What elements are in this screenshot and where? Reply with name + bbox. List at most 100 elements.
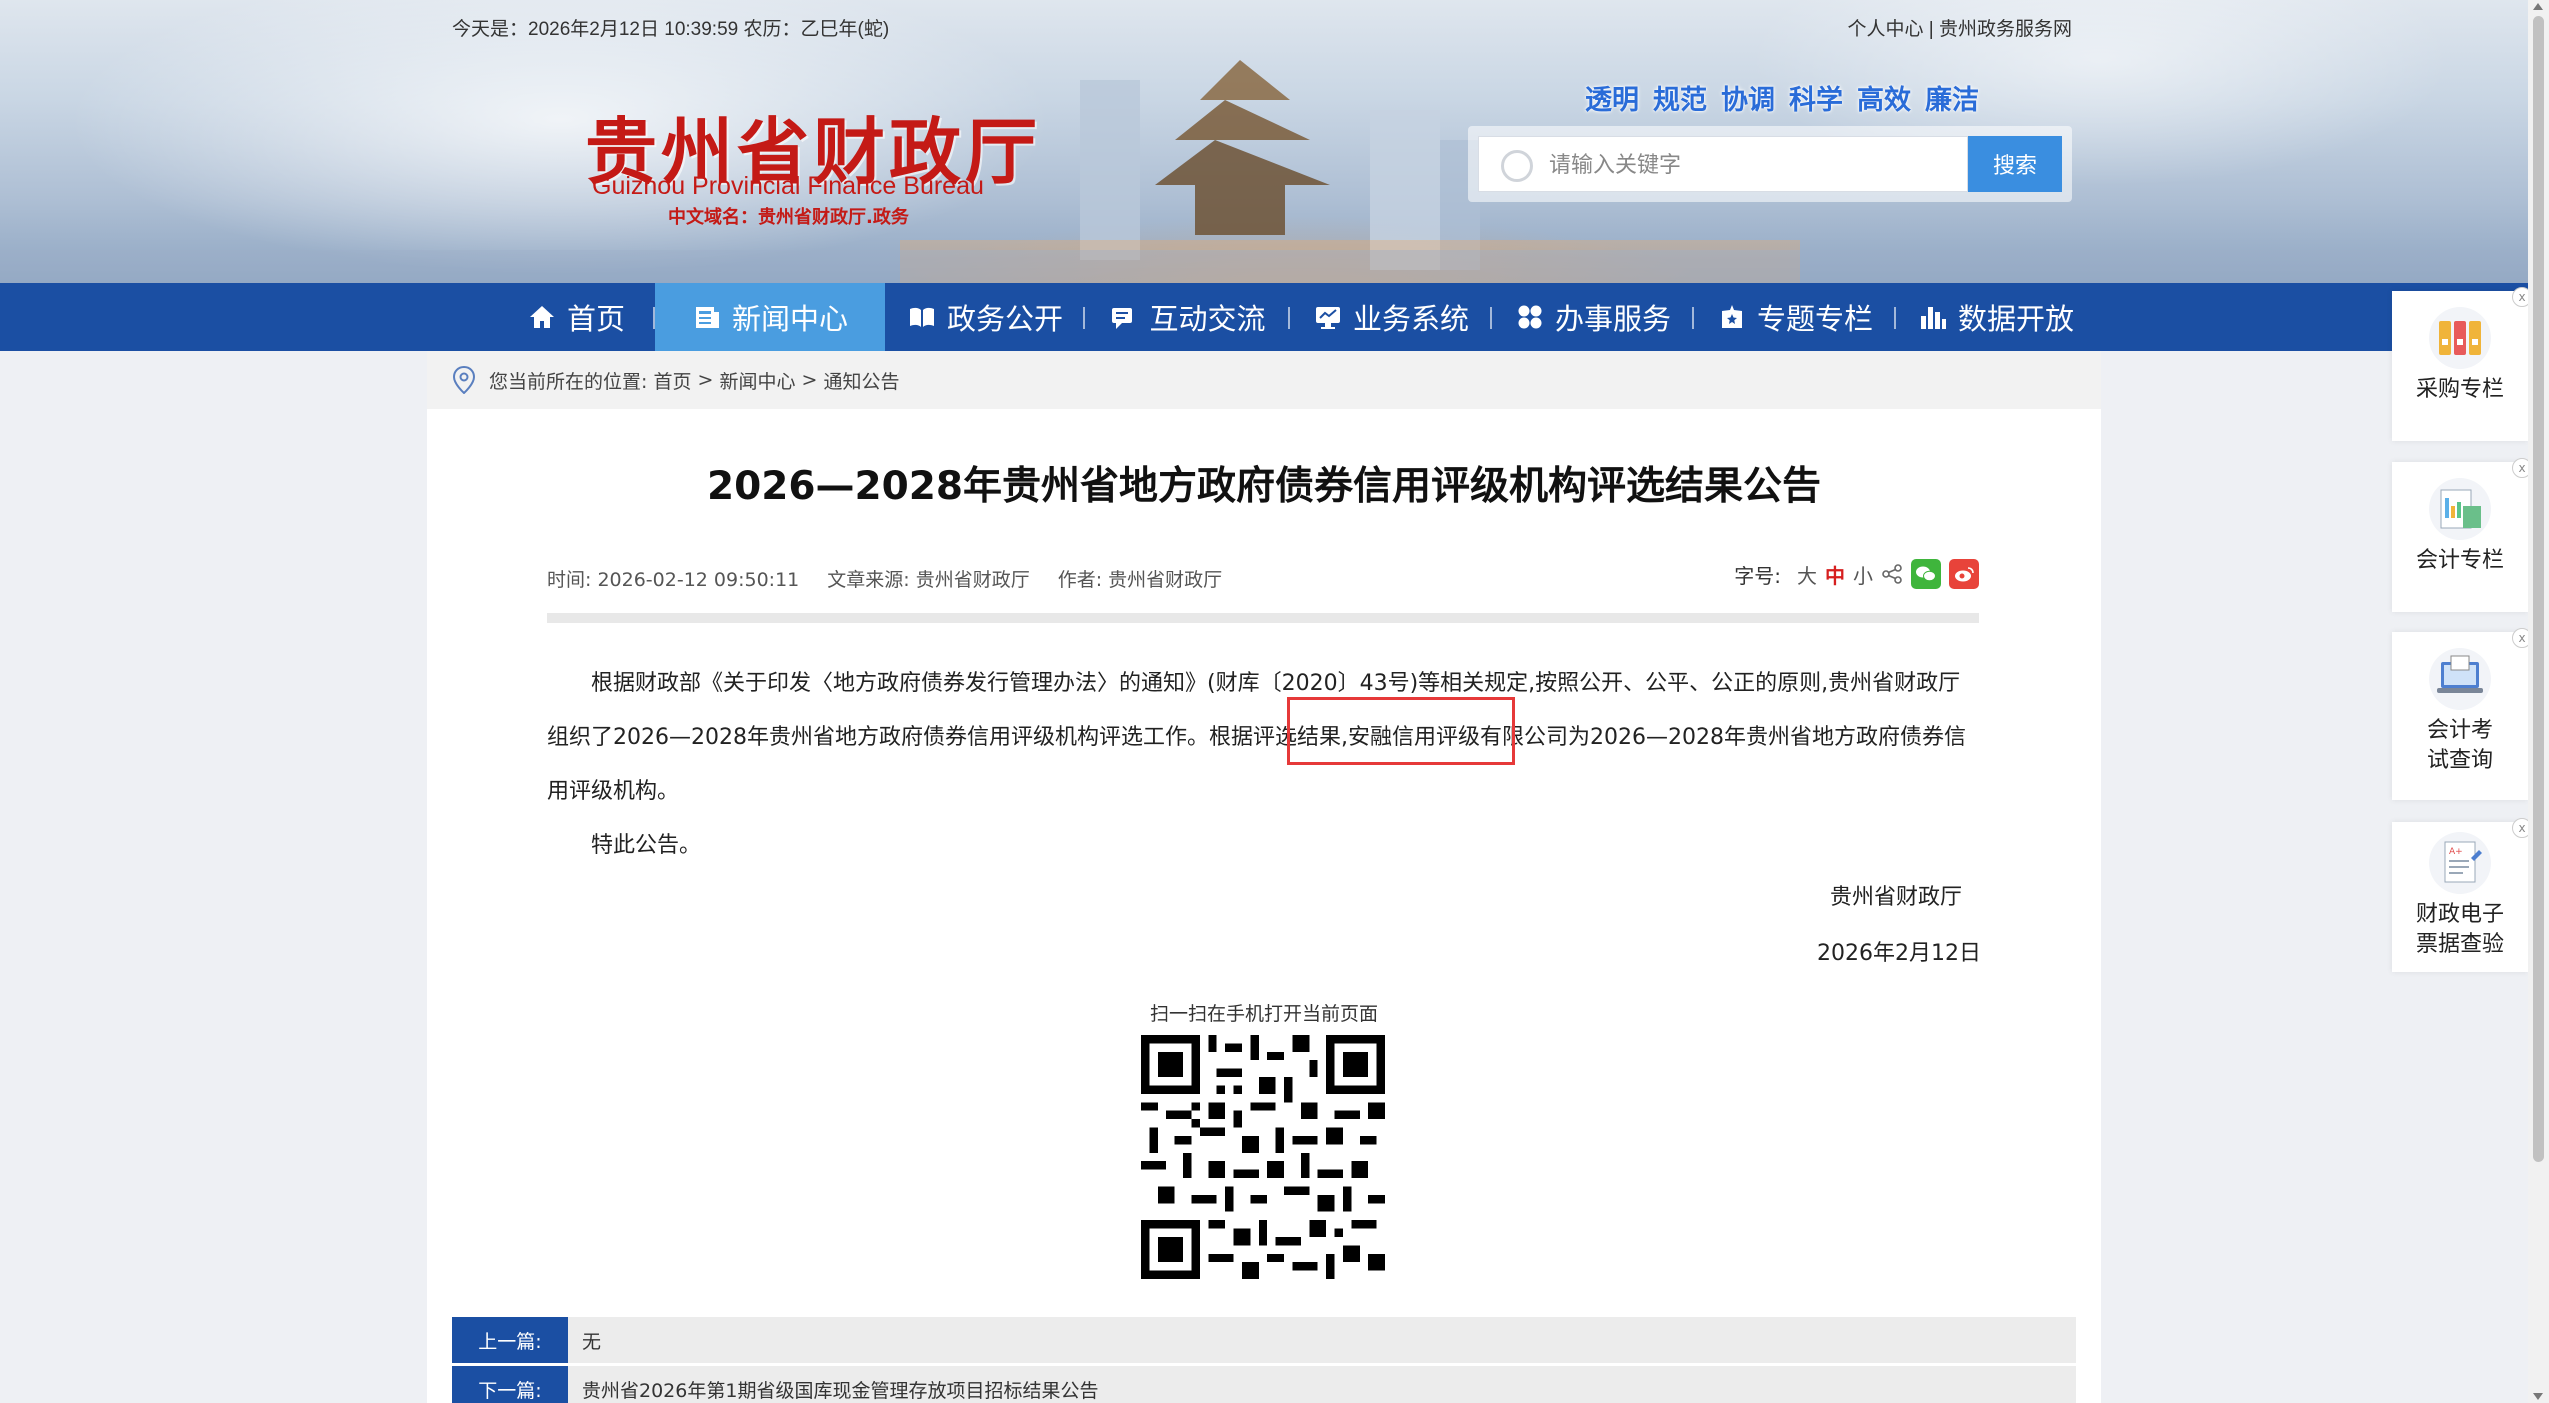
- nav-item-open-data[interactable]: 数据开放: [1896, 283, 2096, 351]
- breadcrumb-notices[interactable]: 通知公告: [824, 367, 900, 394]
- publish-time: 时间: 2026-02-12 09:50:11: [547, 569, 800, 591]
- banner-cityscape: [0, 60, 2528, 283]
- slogan-item: 协调: [1721, 85, 1775, 116]
- breadcrumb-home[interactable]: 首页: [653, 367, 691, 394]
- float-label: 财政电子票据查验: [2415, 902, 2504, 957]
- scroll-up-arrow-icon[interactable]: [2533, 3, 2543, 10]
- prev-article-label: 上一篇:: [452, 1317, 568, 1363]
- float-accounting[interactable]: x 会计专栏: [2392, 458, 2532, 612]
- gov-service-link[interactable]: 贵州政务服务网: [1939, 19, 2072, 40]
- search-input[interactable]: [1549, 145, 1949, 185]
- header-banner: 今天是：2026年2月12日 10:39:59 农历：乙巳年(蛇) 个人中心 |…: [0, 0, 2528, 283]
- prev-article-link[interactable]: 无: [582, 1327, 601, 1354]
- qr-code: [1141, 1035, 1385, 1279]
- qr-caption: 扫一扫在手机打开当前页面: [1149, 1003, 1378, 1025]
- font-size-controls: 字号: 大 中 小: [1734, 559, 1979, 589]
- float-label: 采购专栏: [2415, 377, 2504, 402]
- font-size-small[interactable]: 小: [1853, 560, 1873, 589]
- laptop-icon: [2429, 648, 2491, 710]
- document-icon: A+: [2429, 832, 2491, 894]
- nav-label: 首页: [566, 302, 625, 336]
- article-panel: 2026—2028年贵州省地方政府债券信用评级机构评选结果公告 时间: 2026…: [427, 409, 2101, 1403]
- nav-label: 办事服务: [1554, 302, 1671, 336]
- breadcrumb-news[interactable]: 新闻中心: [719, 367, 795, 394]
- top-links: 个人中心 | 贵州政务服务网: [1847, 14, 2072, 41]
- nav-item-topics[interactable]: 专题专栏: [1694, 283, 1896, 351]
- breadcrumb-prefix: 您当前所在的位置:: [489, 370, 648, 393]
- scrollbar-thumb[interactable]: [2533, 16, 2544, 1162]
- article-paragraph: 根据财政部《关于印发〈地方政府债券发行管理办法〉的通知》(财库〔2020〕43号…: [547, 671, 1966, 804]
- badge-icon: [1721, 305, 1742, 328]
- bar-chart-icon: [1920, 307, 1946, 329]
- nav-item-news[interactable]: 新闻中心: [655, 283, 885, 351]
- font-size-label: 字号:: [1734, 563, 1781, 588]
- news-icon: [695, 307, 719, 328]
- user-center-link[interactable]: 个人中心: [1847, 19, 1923, 40]
- search-button[interactable]: 搜索: [1968, 136, 2062, 192]
- scroll-down-arrow-icon[interactable]: [2533, 1393, 2543, 1400]
- location-pin-icon: [453, 366, 475, 394]
- weibo-share-icon[interactable]: [1949, 559, 1979, 589]
- slogan-item: 高效: [1857, 85, 1911, 116]
- float-label: 会计考试查询: [2426, 718, 2493, 773]
- slogan-list: 透明 规范 协调 科学 高效 廉洁: [1585, 78, 1979, 117]
- site-logo-english: Guizhou Provincial Finance Bureau: [592, 172, 984, 200]
- slogan-item: 透明: [1585, 85, 1639, 116]
- share-icon[interactable]: [1881, 563, 1903, 585]
- nav-item-home[interactable]: 首页: [497, 283, 655, 351]
- article-author: 作者: 贵州省财政厅: [1057, 569, 1223, 591]
- float-exam-query[interactable]: x 会计考试查询: [2392, 628, 2532, 800]
- nav-label: 新闻中心: [731, 302, 848, 336]
- nav-item-interaction[interactable]: 互动交流: [1085, 283, 1290, 351]
- search-bar: 搜索: [1468, 126, 2072, 202]
- font-size-medium[interactable]: 中: [1825, 560, 1845, 589]
- font-size-large[interactable]: 大: [1797, 560, 1817, 589]
- article-title: 2026—2028年贵州省地方政府债券信用评级机构评选结果公告: [706, 464, 1822, 509]
- site-domain: 中文域名：贵州省财政厅.政务: [668, 207, 909, 228]
- meta-divider: [547, 613, 1979, 623]
- nav-label: 政务公开: [946, 302, 1063, 336]
- ledger-icon: [2429, 478, 2491, 540]
- next-article-link[interactable]: 贵州省2026年第1期省级国库现金管理存放项目招标结果公告: [582, 1376, 1098, 1403]
- main-nav: 首页 新闻中心 政务公开 互动交流 业务系统 办事服务 专题专栏 数据开放: [0, 283, 2528, 351]
- nav-label: 互动交流: [1149, 302, 1266, 336]
- nav-item-business[interactable]: 业务系统: [1290, 283, 1492, 351]
- home-icon: [529, 306, 554, 328]
- breadcrumb: 您当前所在的位置: 首页 > 新闻中心 > 通知公告: [427, 351, 2101, 409]
- next-article-label: 下一篇:: [452, 1366, 568, 1403]
- slogan-item: 科学: [1789, 85, 1843, 116]
- float-e-receipt[interactable]: x A+ 财政电子票据查验: [2392, 818, 2532, 972]
- date-line: 今天是：2026年2月12日 10:39:59 农历：乙巳年(蛇): [452, 19, 890, 40]
- monitor-icon: [1315, 307, 1340, 329]
- nav-label: 专题专栏: [1756, 302, 1873, 336]
- link-separator: |: [1928, 19, 1934, 40]
- slogan-item: 规范: [1653, 85, 1707, 116]
- search-icon: [1501, 150, 1533, 182]
- article-paragraph: 特此公告。: [591, 833, 702, 858]
- grid-icon: [1518, 305, 1542, 329]
- signature-org: 贵州省财政厅: [1829, 885, 1962, 910]
- prev-article-row: 上一篇: 无: [452, 1317, 2076, 1363]
- nav-item-gov-affairs[interactable]: 政务公开: [885, 283, 1085, 351]
- breadcrumb-separator: >: [801, 369, 818, 391]
- nav-label: 数据开放: [1957, 302, 2074, 336]
- chat-icon: [1112, 308, 1133, 329]
- slogan-item: 廉洁: [1925, 85, 1979, 116]
- article-meta: 时间: 2026-02-12 09:50:11 文章来源: 贵州省财政厅 作者:…: [547, 565, 1222, 592]
- float-procurement[interactable]: x 采购专栏: [2392, 287, 2532, 441]
- float-label: 会计专栏: [2415, 548, 2504, 573]
- nav-label: 业务系统: [1352, 302, 1469, 336]
- book-icon: [909, 307, 934, 327]
- nav-item-services[interactable]: 办事服务: [1492, 283, 1694, 351]
- article-body: 根据财政部《关于印发〈地方政府债券发行管理办法〉的通知》(财库〔2020〕43号…: [547, 657, 1979, 873]
- next-article-row: 下一篇: 贵州省2026年第1期省级国库现金管理存放项目招标结果公告: [452, 1366, 2076, 1403]
- article-source: 文章来源: 贵州省财政厅: [827, 569, 1030, 591]
- highlight-box: [1287, 697, 1515, 765]
- wechat-share-icon[interactable]: [1911, 559, 1941, 589]
- search-box: [1478, 136, 1968, 192]
- breadcrumb-separator: >: [697, 369, 714, 391]
- signature-date: 2026年2月12日: [1817, 941, 1981, 966]
- page-scrollbar[interactable]: [2528, 0, 2549, 1403]
- folders-icon: [2429, 307, 2491, 369]
- svg-text:A+: A+: [2449, 847, 2463, 857]
